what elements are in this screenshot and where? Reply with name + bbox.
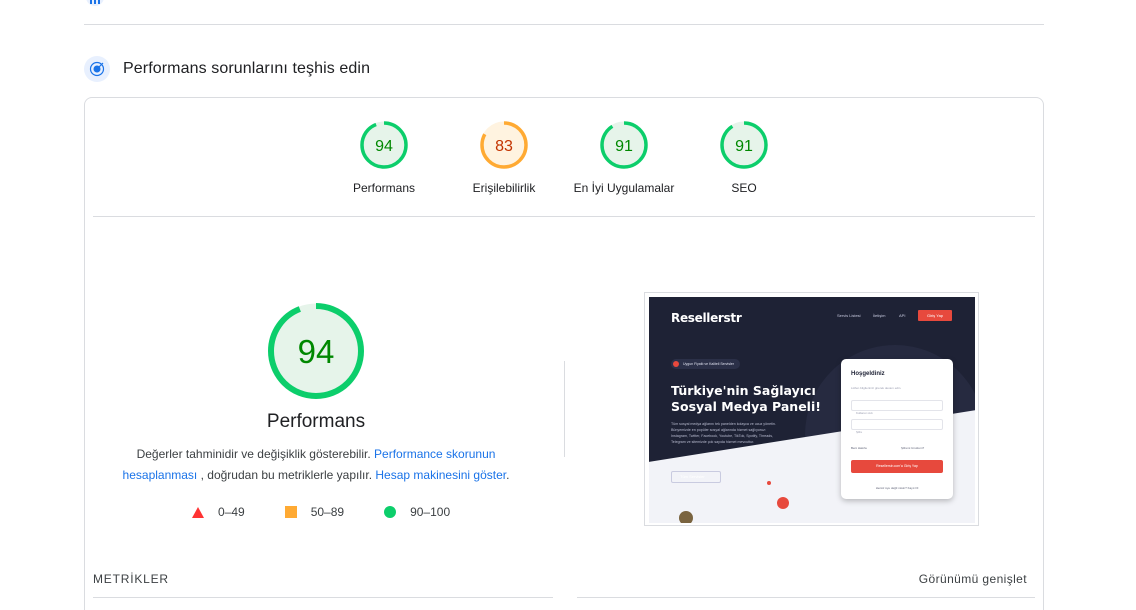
gauge-label: Performans [352,181,416,195]
main-performance-gauge: 94 [268,303,364,399]
remember-me: Beni Hatırla [851,446,867,450]
final-screenshot[interactable]: Resellerstr Servis Listesi İletişim API … [644,292,979,526]
screenshot-cta: Tüm Servisler [671,471,721,483]
screenshot-login-card: Hoşgeldiniz Lütfen bilgilerinizi girerek… [841,359,953,499]
gauge-label: En İyi Uygulamalar [573,181,675,195]
expand-view-toggle[interactable]: Görünümü genişlet [919,572,1027,586]
screenshot-deco-icon [679,511,693,523]
screenshot-login-button: Giriş Yap [918,310,952,321]
login-title: Hoşgeldiniz [851,371,885,377]
login-pass-field: Şifre [851,419,943,434]
legend-range: 90–100 [410,505,451,519]
desc-prefix: Değerler tahminidir ve değişiklik göster… [136,447,371,461]
legend-item-average: 50–89 [284,505,345,519]
login-footer: Henüz üye değil misin? Kayıt Ol [875,486,919,490]
gauge-best-practices[interactable]: 91 En İyi Uygulamalar [554,120,694,195]
gauge-seo[interactable]: 91 SEO [674,120,814,195]
gauge-ring: 83 [480,121,528,169]
report-card: 94 Performans 83 Erişilebilirlik 91 En İ… [84,97,1044,610]
legend-item-pass: 90–100 [384,505,450,519]
top-section-title [120,0,470,4]
gauge-label: Erişilebilirlik [472,181,536,195]
vertical-divider [564,361,565,457]
desc-middle: , doğrudan bu metriklerle yapılır. [200,468,373,482]
login-subtitle: Lütfen bilgilerinizi girerek devam edin. [851,386,902,390]
score-legend: 0–49 50–89 90–100 [192,504,490,520]
gauge-row-divider [93,216,1035,217]
desc-suffix: . [506,468,510,482]
login-submit: Resellerstr.com'a Giriş Yap [851,460,943,473]
metrics-divider-left [93,597,553,598]
diagnose-target-icon [84,56,110,82]
average-square-icon [284,506,297,518]
screenshot-nav-item: İletişim [873,313,886,318]
main-gauge-label: Performans [266,411,366,432]
screenshot-nav-item: API [899,313,906,318]
speed-gauge-icon [86,0,104,6]
screenshot-headline: Türkiye'nin Sağlayıcı Sosyal Medya Panel… [671,383,821,414]
gauge-score: 91 [735,138,753,155]
gauge-ring: 91 [720,121,768,169]
section-divider [84,24,1044,25]
gauge-score: 94 [375,138,393,155]
diagnose-header: Performans sorunlarını teşhis edin [84,55,370,83]
gauge-score: 91 [615,138,633,155]
login-user-field: Kullanıcı Adı [851,400,943,415]
legend-item-fail: 0–49 [192,505,245,519]
screenshot-pill: Uygun Fiyatlı ve Kaliteli Servisler [671,359,740,369]
legend-range: 0–49 [218,505,245,519]
legend-range: 50–89 [310,505,345,519]
diagnose-title: Performans sorunlarını teşhis edin [123,60,371,77]
gauge-ring: 91 [600,121,648,169]
pass-circle-icon [384,506,397,518]
gauge-score: 83 [495,138,513,155]
screenshot-deco-dot [767,481,771,485]
metrics-divider-right [577,597,1035,598]
screenshot-nav-item: Servis Listesi [837,313,861,318]
screenshot-image: Resellerstr Servis Listesi İletişim API … [649,297,975,523]
gauge-ring: 94 [360,121,408,169]
calculator-link[interactable]: Hesap makinesini göster [375,468,506,482]
screenshot-paragraph: Tüm sosyal medya ağlarını tek panelden k… [671,422,776,444]
gauge-performance[interactable]: 94 Performans [314,120,454,195]
category-gauges: 94 Performans 83 Erişilebilirlik 91 En İ… [85,120,1043,200]
score-description: Değerler tahminidir ve değişiklik göster… [115,444,517,486]
screenshot-logo: Resellerstr [671,311,742,325]
screenshot-heart-icon [777,497,789,509]
metrics-heading: METRİKLER [93,572,169,586]
gauge-label: SEO [731,181,757,195]
main-gauge-score: 94 [298,333,335,370]
fail-triangle-icon [192,506,204,518]
forgot-password: Şifremi Unuttum? [901,446,925,450]
gauge-accessibility[interactable]: 83 Erişilebilirlik [434,120,574,195]
